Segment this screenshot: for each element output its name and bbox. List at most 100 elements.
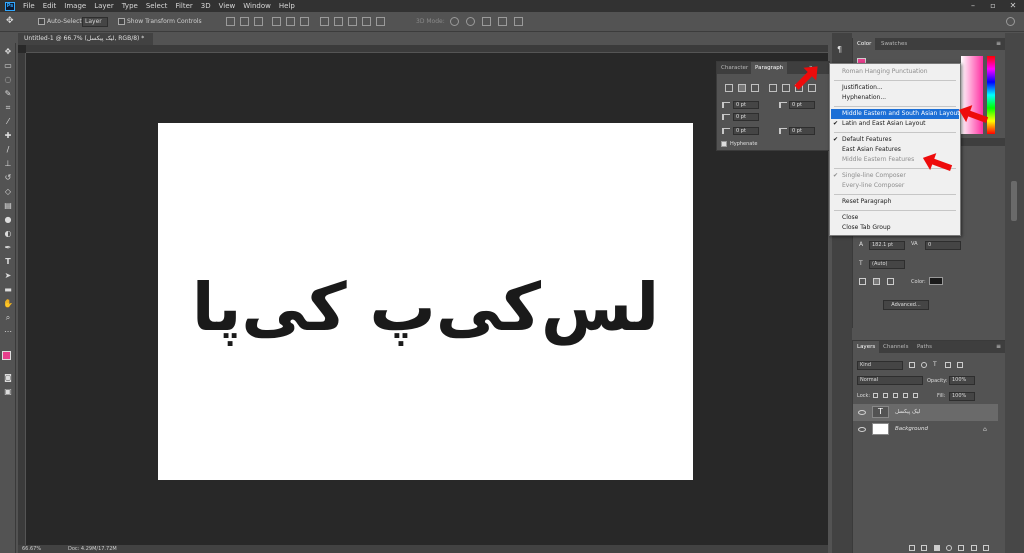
tab-paths[interactable]: Paths [913, 341, 936, 353]
eraser-icon[interactable]: ◇ [3, 187, 13, 196]
tab-channels[interactable]: Channels [879, 341, 912, 353]
filter-smart-icon[interactable] [957, 362, 963, 368]
distribute-left-icon[interactable] [362, 17, 371, 26]
paragraph-panel-icon[interactable]: ¶ [837, 45, 847, 55]
quick-mask-icon[interactable]: ◙ [3, 373, 13, 382]
screen-mode-icon[interactable]: ▣ [3, 387, 13, 396]
hyphenate-checkbox[interactable] [721, 141, 727, 147]
lock-transparent-icon[interactable] [873, 393, 878, 398]
3d-scale-icon[interactable] [514, 17, 523, 26]
visibility-eye-icon[interactable] [858, 427, 866, 432]
auto-field[interactable]: (Auto) [869, 260, 905, 269]
opacity-field[interactable]: 100% [949, 376, 975, 385]
hue-slider[interactable] [987, 56, 995, 134]
new-layer-icon[interactable] [970, 545, 977, 551]
text-color-swatch[interactable] [929, 277, 943, 285]
advanced-button[interactable]: Advanced... [883, 300, 929, 310]
3d-roll-icon[interactable] [466, 17, 475, 26]
visibility-eye-icon[interactable] [858, 410, 866, 415]
group-folder-icon[interactable] [958, 545, 965, 551]
layer-dropdown[interactable]: Layer [82, 17, 108, 27]
filter-pixel-icon[interactable] [909, 362, 915, 368]
minimize-icon[interactable]: – [966, 0, 980, 12]
rectangle-icon[interactable]: ▬ [3, 285, 13, 294]
auto-select-checkbox[interactable] [38, 18, 45, 25]
move-tool-icon[interactable]: ✥ [6, 17, 15, 26]
layer-row[interactable]: T لیک پیکسل [853, 404, 998, 421]
layers-panel-menu-icon[interactable]: ≡ [996, 343, 1001, 350]
show-transform-checkbox[interactable] [118, 18, 125, 25]
menu-edit[interactable]: Edit [43, 2, 57, 10]
zoom-level[interactable]: 66.67% [22, 546, 41, 552]
language-right-icon[interactable] [887, 278, 894, 285]
menu-east-asian-features[interactable]: East Asian Features [831, 145, 959, 155]
mask-icon[interactable] [933, 545, 940, 551]
canvas-text-layer[interactable]: لس‌کی‌پ کی‌پا [158, 273, 693, 343]
hand-icon[interactable]: ✋ [3, 299, 13, 308]
menu-latin-east-asian-layout[interactable]: ✔ Latin and East Asian Layout [831, 119, 959, 129]
close-window-icon[interactable]: ✕ [1006, 0, 1020, 12]
fill-field[interactable]: 100% [949, 392, 975, 401]
tracking-field[interactable]: 0 [925, 241, 961, 250]
menu-justification[interactable]: Justification... [831, 83, 959, 93]
blur-icon[interactable]: ● [3, 215, 13, 224]
justify-last-left-icon[interactable] [769, 84, 777, 92]
lasso-icon[interactable]: ◌ [3, 75, 13, 84]
menu-default-features[interactable]: ✔ Default Features [831, 135, 959, 145]
tab-paragraph[interactable]: Paragraph [751, 62, 788, 74]
type-icon[interactable]: T [3, 257, 13, 266]
adjustment-layer-icon[interactable] [945, 545, 952, 551]
space-after-field[interactable]: 0 pt [789, 127, 815, 135]
3d-pan-icon[interactable] [482, 17, 491, 26]
align-hcenter-icon[interactable] [286, 17, 295, 26]
menu-select[interactable]: Select [146, 2, 168, 10]
layer-name[interactable]: لیک پیکسل [895, 404, 920, 421]
tab-swatches[interactable]: Swatches [877, 38, 911, 50]
menu-file[interactable]: File [23, 2, 35, 10]
panel-scrollbar-thumb[interactable] [1011, 181, 1017, 221]
dodge-icon[interactable]: ◐ [3, 229, 13, 238]
tab-character[interactable]: Character [717, 62, 752, 74]
canvas[interactable]: لس‌کی‌پ کی‌پا [158, 123, 693, 480]
layer-name[interactable]: Background [895, 421, 928, 438]
align-left-icon[interactable] [272, 17, 281, 26]
menu-type[interactable]: Type [122, 2, 138, 10]
indent-right-field[interactable]: 0 pt [789, 101, 815, 109]
brush-icon[interactable]: / [3, 145, 13, 154]
kind-filter-dropdown[interactable]: Kind [857, 361, 903, 370]
move-icon[interactable]: ✥ [3, 47, 13, 56]
clone-stamp-icon[interactable]: ⊥ [3, 159, 13, 168]
filter-type-icon[interactable]: T [933, 361, 937, 368]
align-right-icon[interactable] [300, 17, 309, 26]
menu-single-line-composer[interactable]: ✔ Single-line Composer [831, 171, 959, 181]
lock-artboard-icon[interactable] [903, 393, 908, 398]
menu-middle-eastern-layout[interactable]: Middle Eastern and South Asian Layout [831, 109, 960, 119]
pen-icon[interactable]: ✒ [3, 243, 13, 252]
menu-close-tab-group[interactable]: Close Tab Group [831, 223, 959, 233]
fx-icon[interactable] [921, 545, 928, 551]
trash-icon[interactable] [982, 545, 989, 551]
align-vcenter-icon[interactable] [240, 17, 249, 26]
menu-layer[interactable]: Layer [94, 2, 114, 10]
justify-all-icon[interactable] [808, 84, 816, 92]
lock-all-icon[interactable] [913, 393, 918, 398]
menu-roman-hanging-punctuation[interactable]: Roman Hanging Punctuation [831, 67, 959, 77]
color-panel-menu-icon[interactable]: ≡ [996, 40, 1001, 47]
space-before-field[interactable]: 0 pt [733, 127, 759, 135]
menu-every-line-composer[interactable]: Every-line Composer [831, 181, 959, 191]
indent-first-line-field[interactable]: 0 pt [733, 113, 759, 121]
menu-hyphenation[interactable]: Hyphenation... [831, 93, 959, 103]
document-tab[interactable]: Untitled-1 @ 66.7% (لیک پیکسل, RGB/8) * [18, 33, 153, 45]
align-bottom-icon[interactable] [254, 17, 263, 26]
menu-window[interactable]: Window [243, 2, 271, 10]
distribute-bottom-icon[interactable] [348, 17, 357, 26]
path-select-icon[interactable]: ➤ [3, 271, 13, 280]
foreground-color-swatch[interactable] [2, 351, 11, 360]
workspace-search-icon[interactable] [1006, 17, 1015, 26]
language-left-icon[interactable] [859, 278, 866, 285]
maximize-icon[interactable]: ▫ [986, 0, 1000, 12]
menu-3d[interactable]: 3D [201, 2, 211, 10]
align-right-text-icon[interactable] [751, 84, 759, 92]
menu-filter[interactable]: Filter [175, 2, 192, 10]
filter-adjustment-icon[interactable] [921, 362, 927, 368]
